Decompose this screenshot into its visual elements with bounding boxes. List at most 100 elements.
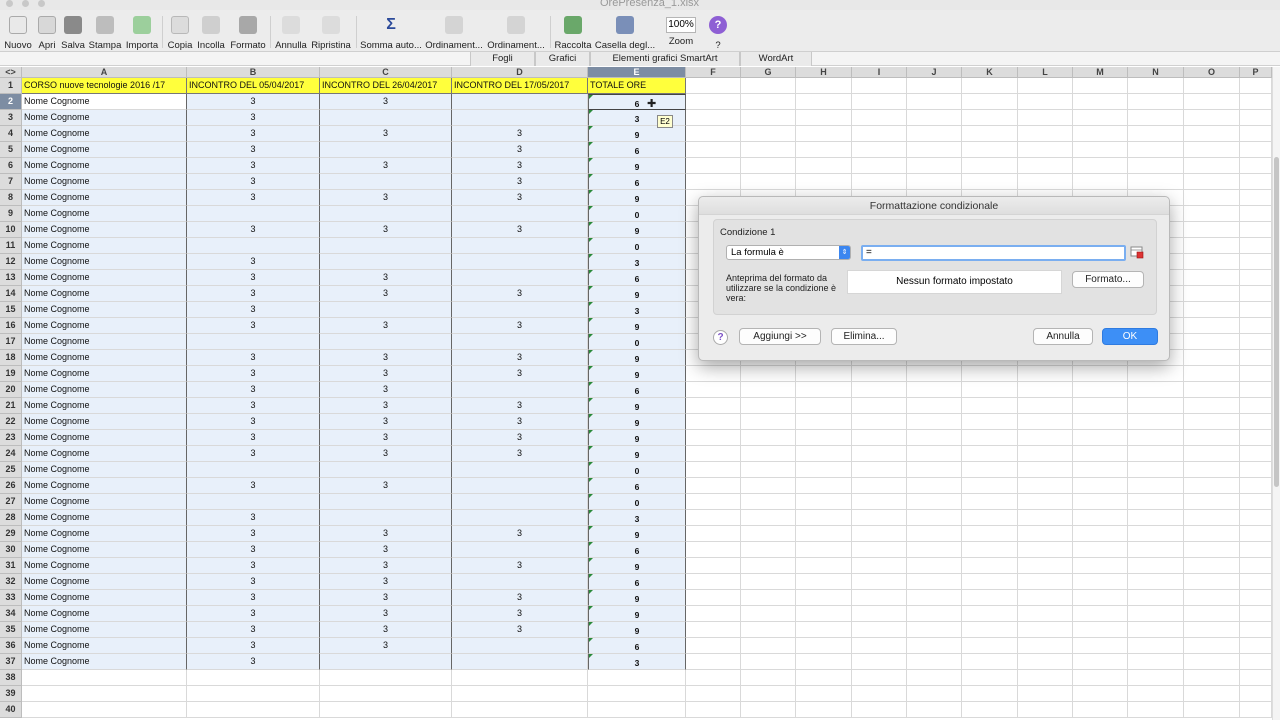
hours-cell[interactable] [320,238,452,254]
empty-cell[interactable] [1018,94,1073,110]
empty-cell[interactable] [741,126,796,142]
empty-cell[interactable] [796,686,852,702]
empty-cell[interactable] [1073,686,1128,702]
total-cell[interactable]: 6 [588,382,686,398]
column-header[interactable]: G [741,67,796,78]
hours-cell[interactable]: 3 [187,126,320,142]
empty-cell[interactable] [796,638,852,654]
hours-cell[interactable]: 3 [320,622,452,638]
hours-cell[interactable]: 3 [320,286,452,302]
empty-cell[interactable] [907,622,962,638]
row-header[interactable]: 4 [0,126,22,142]
hours-cell[interactable] [452,478,588,494]
hours-cell[interactable]: 3 [320,430,452,446]
empty-cell[interactable] [1184,622,1240,638]
empty-cell[interactable] [1018,606,1073,622]
name-cell[interactable]: Nome Cognome [22,462,187,478]
empty-cell[interactable] [741,670,796,686]
hours-cell[interactable]: 3 [452,398,588,414]
column-header[interactable]: N [1128,67,1184,78]
total-cell[interactable]: 3 [588,302,686,318]
empty-cell[interactable] [1240,254,1272,270]
name-cell[interactable]: Nome Cognome [22,382,187,398]
empty-cell[interactable] [907,158,962,174]
empty-cell[interactable] [907,430,962,446]
add-condition-button[interactable]: Aggiungi >> [739,328,821,345]
empty-cell[interactable] [1073,654,1128,670]
total-cell[interactable]: 9 [588,366,686,382]
toolbar-zoom-control[interactable]: 100% Zoom [660,14,702,52]
empty-cell[interactable] [686,702,741,718]
empty-cell[interactable] [741,382,796,398]
total-cell[interactable]: 0 [588,462,686,478]
toolbar-sort-desc-button[interactable]: Ordinament... [486,14,546,52]
empty-cell[interactable] [907,590,962,606]
empty-cell[interactable] [962,94,1018,110]
empty-cell[interactable] [741,654,796,670]
empty-cell[interactable] [796,606,852,622]
hours-cell[interactable]: 3 [187,318,320,334]
row-header[interactable]: 37 [0,654,22,670]
total-cell[interactable]: 9 [588,398,686,414]
empty-cell[interactable] [907,382,962,398]
empty-cell[interactable] [1073,158,1128,174]
empty-cell[interactable] [962,526,1018,542]
row-header[interactable]: 7 [0,174,22,190]
name-cell[interactable]: Nome Cognome [22,350,187,366]
empty-cell[interactable] [1018,366,1073,382]
row-header[interactable]: 25 [0,462,22,478]
empty-cell[interactable] [1073,638,1128,654]
empty-cell[interactable] [1128,462,1184,478]
empty-cell[interactable] [962,510,1018,526]
empty-cell[interactable] [1128,398,1184,414]
empty-cell[interactable] [1184,158,1240,174]
hours-cell[interactable]: 3 [187,590,320,606]
empty-cell[interactable] [1240,174,1272,190]
empty-cell[interactable] [962,638,1018,654]
empty-cell[interactable] [1073,398,1128,414]
hours-cell[interactable]: 3 [187,382,320,398]
empty-cell[interactable] [1240,478,1272,494]
total-cell[interactable]: 9 [588,606,686,622]
empty-cell[interactable] [852,590,907,606]
hours-cell[interactable] [320,174,452,190]
hours-cell[interactable]: 3 [187,398,320,414]
empty-cell[interactable] [852,446,907,462]
empty-cell[interactable] [1073,478,1128,494]
empty-cell[interactable] [907,78,962,94]
empty-cell[interactable] [1240,638,1272,654]
empty-cell[interactable] [796,574,852,590]
row-header[interactable]: 6 [0,158,22,174]
hours-cell[interactable]: 3 [187,286,320,302]
toolbar-format-button[interactable]: Formato [229,14,267,52]
empty-cell[interactable] [1128,382,1184,398]
column-header[interactable]: B [187,67,320,78]
empty-cell[interactable] [1184,702,1240,718]
hours-cell[interactable] [187,462,320,478]
active-cell-total[interactable]: 6 [588,94,686,110]
empty-cell[interactable] [686,686,741,702]
empty-cell[interactable] [686,126,741,142]
empty-cell[interactable] [686,142,741,158]
row-header[interactable]: 15 [0,302,22,318]
empty-cell[interactable] [686,158,741,174]
empty-cell[interactable] [1240,574,1272,590]
empty-cell[interactable] [686,542,741,558]
column-header[interactable]: A [22,67,187,78]
empty-cell[interactable] [1184,238,1240,254]
hours-cell[interactable] [452,574,588,590]
empty-cell[interactable] [796,462,852,478]
empty-cell[interactable] [1184,270,1240,286]
empty-cell[interactable] [452,686,588,702]
toolbar-save-button[interactable]: Salva [60,14,86,52]
hours-cell[interactable] [452,238,588,254]
hours-cell[interactable]: 3 [187,446,320,462]
row-header[interactable]: 30 [0,542,22,558]
hours-cell[interactable] [452,654,588,670]
empty-cell[interactable] [1240,590,1272,606]
empty-cell[interactable] [907,638,962,654]
hours-cell[interactable] [452,270,588,286]
total-cell[interactable]: 9 [588,286,686,302]
name-cell[interactable]: Nome Cognome [22,238,187,254]
empty-cell[interactable] [796,174,852,190]
